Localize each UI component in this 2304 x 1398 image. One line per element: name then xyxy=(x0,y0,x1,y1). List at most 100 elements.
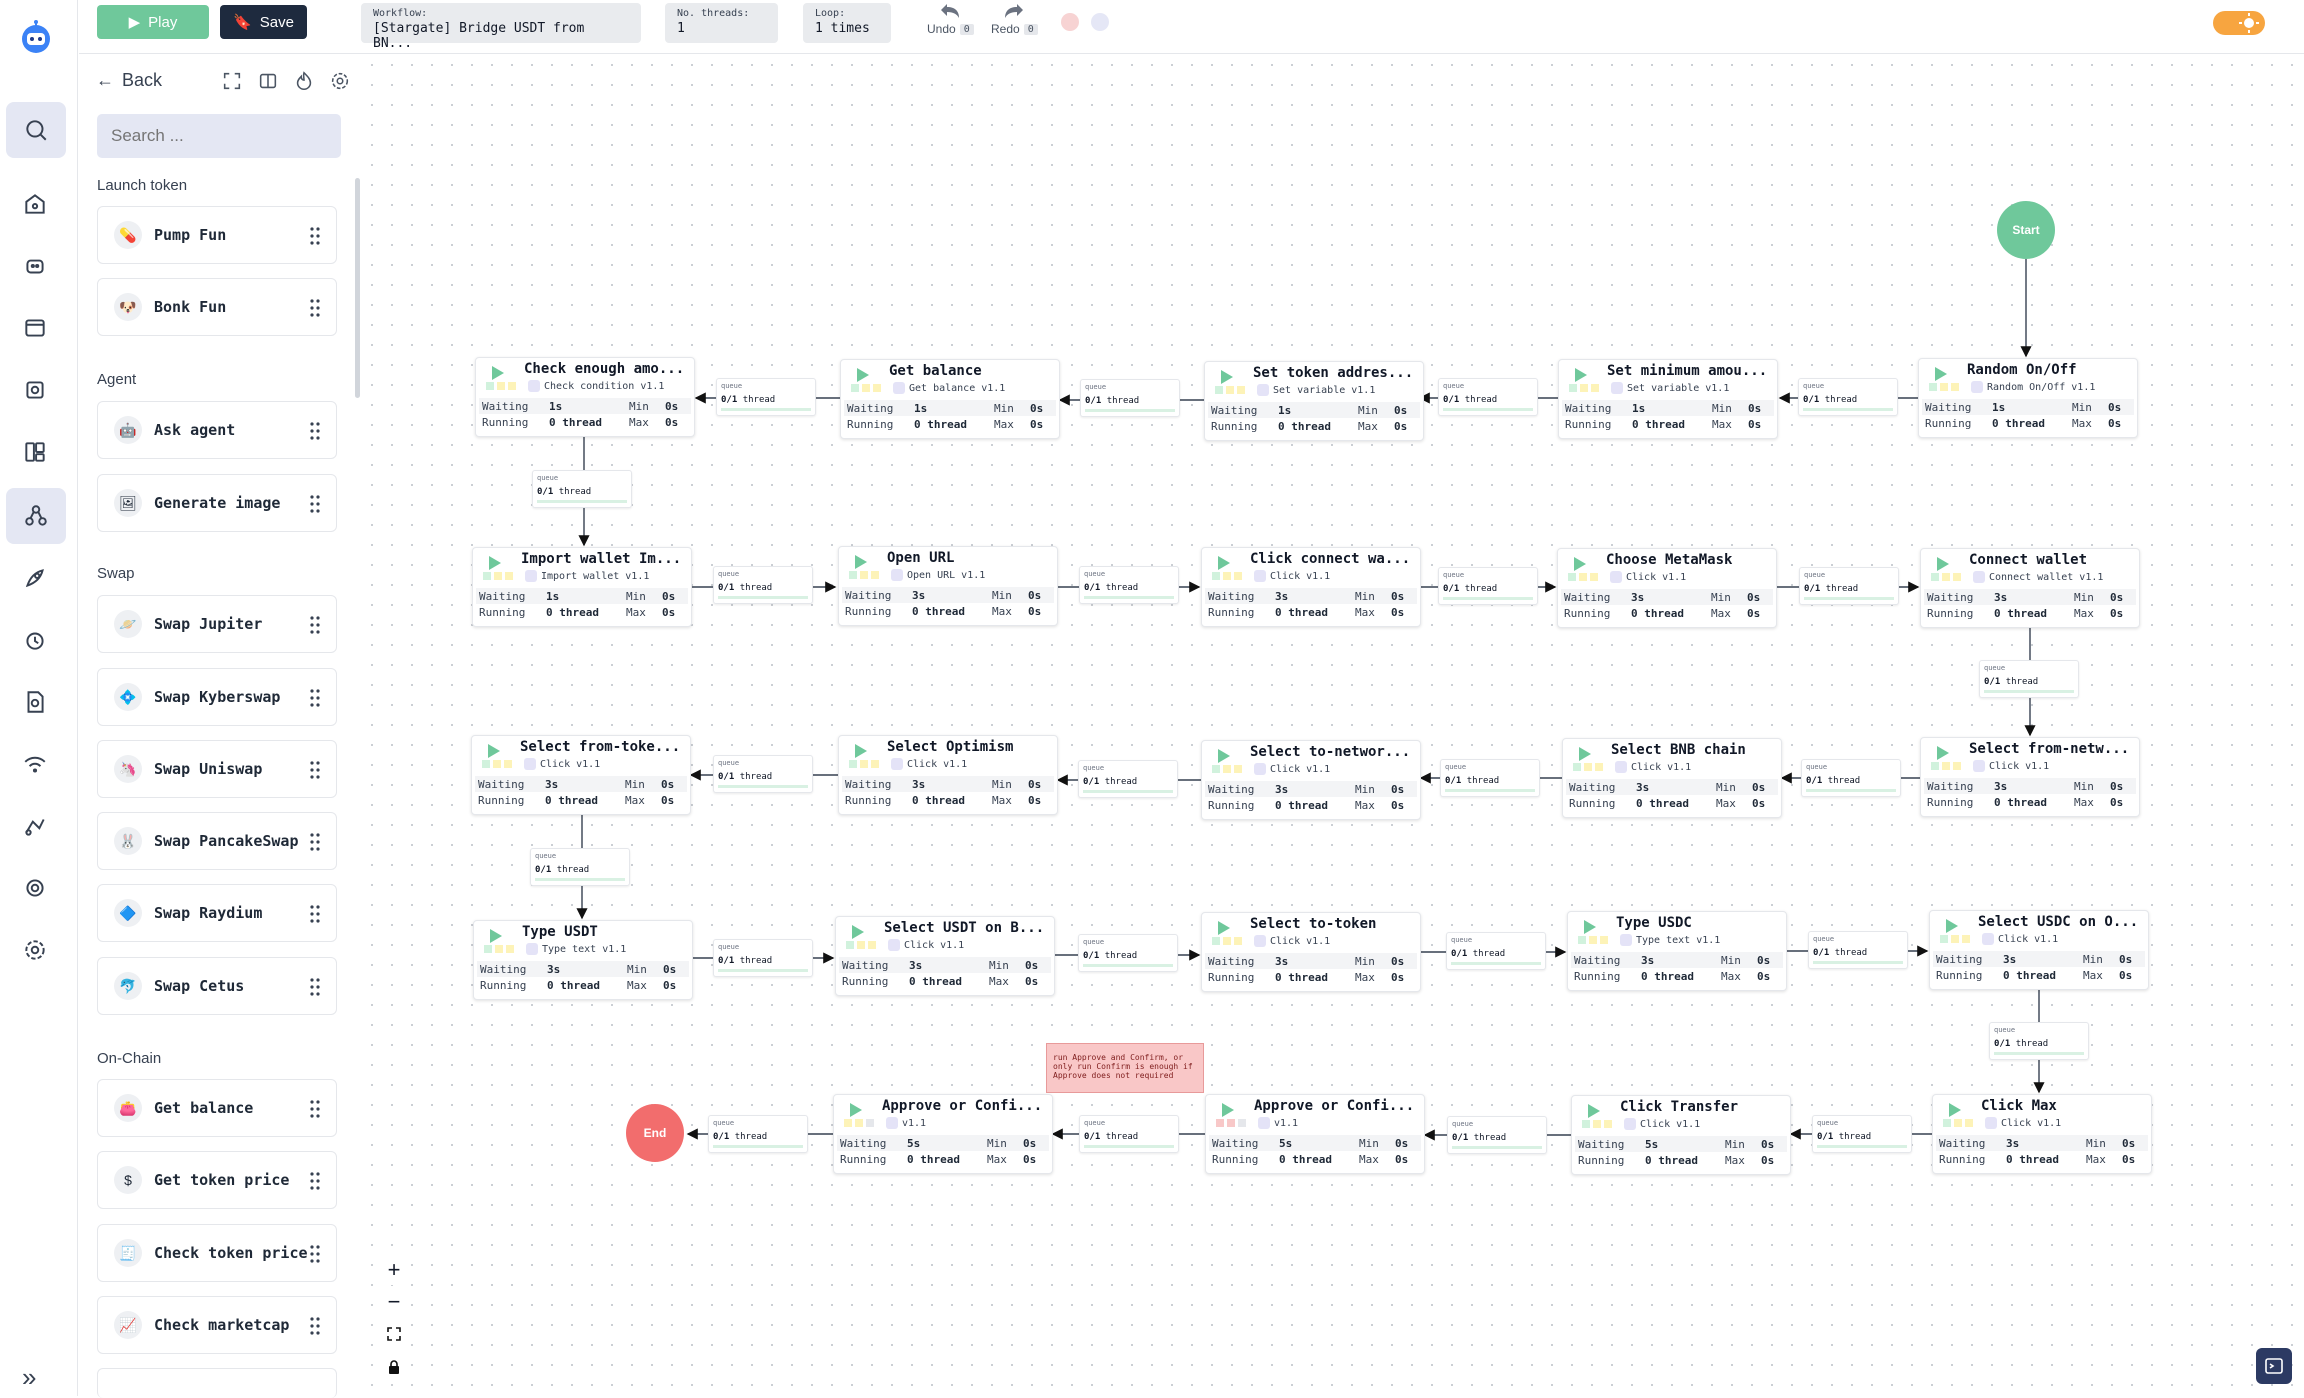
play-button[interactable]: ▶ Play xyxy=(97,5,209,39)
gear-icon[interactable] xyxy=(329,70,351,92)
run-node-icon[interactable] xyxy=(492,366,504,380)
run-node-icon[interactable] xyxy=(1579,747,1591,761)
end-node[interactable]: End xyxy=(626,1104,684,1162)
drag-handle-icon[interactable] xyxy=(310,226,320,246)
drag-handle-icon[interactable] xyxy=(310,494,320,514)
workflow-node[interactable]: Set minimum amou... Set variable v1.1 Wait… xyxy=(1558,359,1778,439)
workflow-node[interactable]: Select USDT on B... Click v1.1 Waiting 3s Mi… xyxy=(835,916,1055,996)
queue-box[interactable]: queue 0/1 thread xyxy=(713,755,813,793)
workflow-node[interactable]: Connect wallet Connect wallet v1.1 Waiting… xyxy=(1920,548,2140,628)
workflow-node[interactable]: Set token addres... Set variable v1.1 Wait… xyxy=(1204,361,1424,441)
node-item-bonk-fun[interactable]: 🐶 Bonk Fun xyxy=(97,278,337,336)
drag-handle-icon[interactable] xyxy=(310,904,320,924)
zoom-in-button[interactable]: + xyxy=(378,1255,410,1285)
theme-toggle[interactable] xyxy=(2213,11,2265,35)
home-icon[interactable] xyxy=(5,176,65,232)
workflow-node[interactable]: Select from-netw... Click v1.1 Waiting 3s Mi… xyxy=(1920,737,2140,817)
dashboard-icon[interactable] xyxy=(5,424,65,480)
sticky-note[interactable]: run Approve and Confirm, or only run Con… xyxy=(1046,1043,1204,1093)
back-button[interactable]: ← Back xyxy=(96,70,162,91)
node-item-swap-kyberswap[interactable]: 💠 Swap Kyberswap xyxy=(97,668,337,726)
wifi-icon[interactable] xyxy=(5,736,65,792)
queue-box[interactable]: queue 0/1 thread xyxy=(1438,567,1538,605)
workflow-node[interactable]: Click Max Click v1.1 Waiting 3s Min 0s Running… xyxy=(1932,1094,2152,1174)
split-view-icon[interactable] xyxy=(257,70,279,92)
node-item-partial[interactable] xyxy=(97,1368,337,1398)
fit-view-button[interactable] xyxy=(378,1319,410,1349)
run-node-icon[interactable] xyxy=(1218,749,1230,763)
target-icon[interactable] xyxy=(5,860,65,916)
workflow-node[interactable]: Import wallet Im... Import wallet v1.1 Wai… xyxy=(472,547,692,627)
run-node-icon[interactable] xyxy=(1937,746,1949,760)
drag-handle-icon[interactable] xyxy=(310,615,320,635)
redo-button[interactable]: Redo 0 xyxy=(991,2,1038,36)
queue-box[interactable]: queue 0/1 thread xyxy=(713,939,813,977)
workflow-icon[interactable] xyxy=(6,488,66,544)
run-node-icon[interactable] xyxy=(1949,1103,1961,1117)
threads-field[interactable]: No. threads: 1 xyxy=(665,3,778,43)
queue-box[interactable]: queue 0/1 thread xyxy=(532,470,632,508)
scan-icon[interactable] xyxy=(5,362,65,418)
terminal-button[interactable] xyxy=(2256,1348,2292,1384)
drag-handle-icon[interactable] xyxy=(310,760,320,780)
queue-box[interactable]: queue 0/1 thread xyxy=(1801,759,1901,797)
run-node-icon[interactable] xyxy=(1575,368,1587,382)
queue-box[interactable]: queue 0/1 thread xyxy=(1989,1022,2089,1060)
workflow-node[interactable]: Open URL Open URL v1.1 Waiting 3s Min 0s Runni… xyxy=(838,546,1058,626)
search-input[interactable] xyxy=(97,114,341,158)
drag-handle-icon[interactable] xyxy=(310,1171,320,1191)
rocket-icon[interactable] xyxy=(5,550,65,606)
node-item-swap-cetus[interactable]: 🐬 Swap Cetus xyxy=(97,957,337,1015)
workflow-selector[interactable]: Workflow: [Stargate] Bridge USDT from BN.… xyxy=(361,3,641,51)
run-node-icon[interactable] xyxy=(1218,556,1230,570)
drag-handle-icon[interactable] xyxy=(310,1099,320,1119)
run-node-icon[interactable] xyxy=(855,555,867,569)
queue-box[interactable]: queue 0/1 thread xyxy=(530,848,630,886)
drag-handle-icon[interactable] xyxy=(310,977,320,997)
node-item-check-token-price[interactable]: 🧾 Check token price xyxy=(97,1224,337,1282)
drag-handle-icon[interactable] xyxy=(310,688,320,708)
queue-box[interactable]: queue 0/1 thread xyxy=(708,1115,808,1153)
drag-handle-icon[interactable] xyxy=(310,1244,320,1264)
alarm-icon[interactable] xyxy=(5,612,65,668)
queue-box[interactable]: queue 0/1 thread xyxy=(1078,934,1178,972)
fire-icon[interactable] xyxy=(293,70,315,92)
run-node-icon[interactable] xyxy=(1221,370,1233,384)
node-item-swap-jupiter[interactable]: 🪐 Swap Jupiter xyxy=(97,595,337,653)
drag-handle-icon[interactable] xyxy=(310,421,320,441)
doc-search-icon[interactable] xyxy=(5,674,65,730)
lock-button[interactable] xyxy=(378,1352,410,1382)
queue-box[interactable]: queue 0/1 thread xyxy=(1798,378,1898,416)
node-item-pump-fun[interactable]: 💊 Pump Fun xyxy=(97,206,337,264)
workflow-node[interactable]: Type USDT Type text v1.1 Waiting 3s Min 0s Run… xyxy=(473,920,693,1000)
run-node-icon[interactable] xyxy=(850,1103,862,1117)
drag-handle-icon[interactable] xyxy=(310,298,320,318)
fullscreen-icon[interactable] xyxy=(221,70,243,92)
run-node-icon[interactable] xyxy=(1218,921,1230,935)
run-node-icon[interactable] xyxy=(857,368,869,382)
run-node-icon[interactable] xyxy=(489,556,501,570)
workflow-node[interactable]: Approve or Confi... v1.1 Waiting 5s Min 0s Run… xyxy=(1205,1094,1425,1174)
run-node-icon[interactable] xyxy=(855,744,867,758)
queue-box[interactable]: queue 0/1 thread xyxy=(1440,759,1540,797)
workflow-node[interactable]: Click Transfer Click v1.1 Waiting 5s Min 0s Ru… xyxy=(1571,1095,1791,1175)
queue-box[interactable]: queue 0/1 thread xyxy=(1812,1115,1912,1153)
automation-icon[interactable] xyxy=(5,798,65,854)
queue-box[interactable]: queue 0/1 thread xyxy=(713,566,813,604)
workflow-node[interactable]: Select to-token Click v1.1 Waiting 3s Min 0s R… xyxy=(1201,912,1421,992)
queue-box[interactable]: queue 0/1 thread xyxy=(1079,566,1179,604)
run-node-icon[interactable] xyxy=(1574,557,1586,571)
node-item-ask-agent[interactable]: 🤖 Ask agent xyxy=(97,401,337,459)
run-node-icon[interactable] xyxy=(1222,1103,1234,1117)
loop-field[interactable]: Loop: 1 times xyxy=(803,3,891,43)
workflow-node[interactable]: Get balance Get balance v1.1 Waiting 1s Min 0… xyxy=(840,359,1060,439)
run-node-icon[interactable] xyxy=(1935,367,1947,381)
drag-handle-icon[interactable] xyxy=(310,1316,320,1336)
workflow-node[interactable]: Approve or Confi... v1.1 Waiting 5s Min 0s Run… xyxy=(833,1094,1053,1174)
queue-box[interactable]: queue 0/1 thread xyxy=(1799,567,1899,605)
save-button[interactable]: 🔖 Save xyxy=(220,5,307,39)
workflow-node[interactable]: Type USDC Type text v1.1 Waiting 3s Min 0s Run… xyxy=(1567,911,1787,991)
browser-icon[interactable] xyxy=(5,300,65,356)
node-item-generate-image[interactable]: 🖼 Generate image xyxy=(97,474,337,532)
run-node-icon[interactable] xyxy=(1588,1104,1600,1118)
